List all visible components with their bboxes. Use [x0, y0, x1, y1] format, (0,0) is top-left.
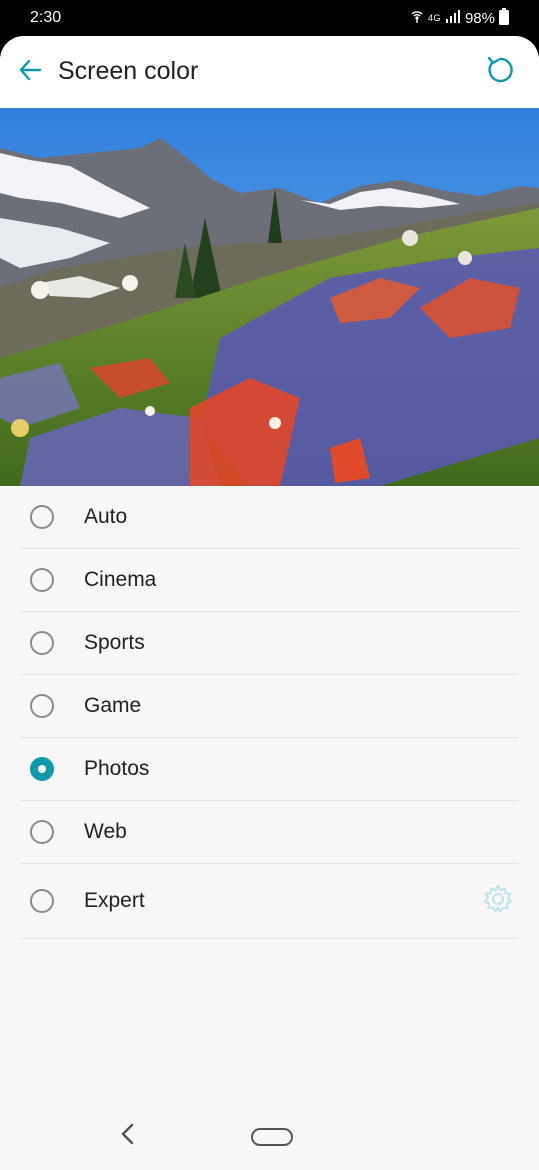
option-sports[interactable]: Sports [20, 612, 519, 675]
hotspot-icon [410, 9, 424, 27]
landscape-preview-image [0, 108, 539, 486]
navigation-bar [0, 1098, 539, 1170]
reset-button[interactable] [483, 55, 517, 89]
option-expert[interactable]: Expert [20, 864, 519, 939]
radio-web[interactable] [30, 820, 54, 844]
radio-expert[interactable] [30, 889, 54, 913]
option-label: Game [84, 694, 142, 717]
radio-auto[interactable] [30, 505, 54, 529]
option-web[interactable]: Web [20, 801, 519, 864]
radio-game[interactable] [30, 694, 54, 718]
reset-icon [484, 54, 516, 91]
expert-settings-button[interactable] [481, 883, 515, 920]
nav-back-button[interactable] [114, 1122, 142, 1150]
app-header: Screen color [0, 36, 539, 108]
gear-icon [482, 883, 514, 920]
radio-photos-selected[interactable] [30, 757, 54, 781]
nav-home-button[interactable] [251, 1128, 293, 1146]
option-label: Photos [84, 757, 150, 780]
radio-sports[interactable] [30, 631, 54, 655]
screen-color-page: Screen color Auto Cinema Sports Game Pho… [0, 36, 539, 1170]
battery-percent: 98% [464, 9, 495, 27]
status-bar: 2:30 4G 98% [0, 0, 539, 36]
option-label: Web [84, 820, 127, 843]
page-title: Screen color [58, 57, 199, 85]
option-photos[interactable]: Photos [20, 738, 519, 801]
screen-color-options: Auto Cinema Sports Game Photos Web Exper… [0, 486, 539, 939]
option-label: Auto [84, 505, 128, 528]
option-game[interactable]: Game [20, 675, 519, 738]
arrow-left-icon [17, 57, 43, 88]
network-label: 4G [427, 13, 441, 23]
status-icons: 4G 98% [410, 7, 509, 29]
battery-icon [499, 7, 509, 29]
option-auto[interactable]: Auto [20, 486, 519, 549]
option-label: Expert [84, 889, 145, 912]
back-button[interactable] [14, 56, 46, 88]
signal-icon [445, 9, 461, 27]
option-cinema[interactable]: Cinema [20, 549, 519, 612]
option-label: Sports [84, 631, 145, 654]
radio-cinema[interactable] [30, 568, 54, 592]
nav-back-icon [119, 1123, 137, 1150]
color-preview-image [0, 108, 539, 486]
status-time: 2:30 [30, 9, 62, 26]
option-label: Cinema [84, 568, 157, 591]
